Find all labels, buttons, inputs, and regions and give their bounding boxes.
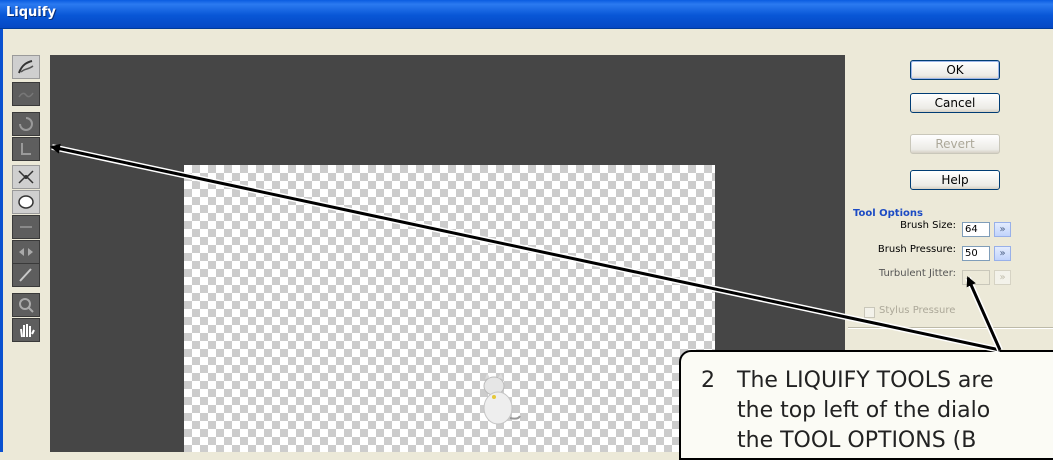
arrow-to-tool-options (966, 276, 1002, 351)
annotation-arrows (50, 143, 1003, 353)
arrow-to-tools (50, 143, 1001, 352)
